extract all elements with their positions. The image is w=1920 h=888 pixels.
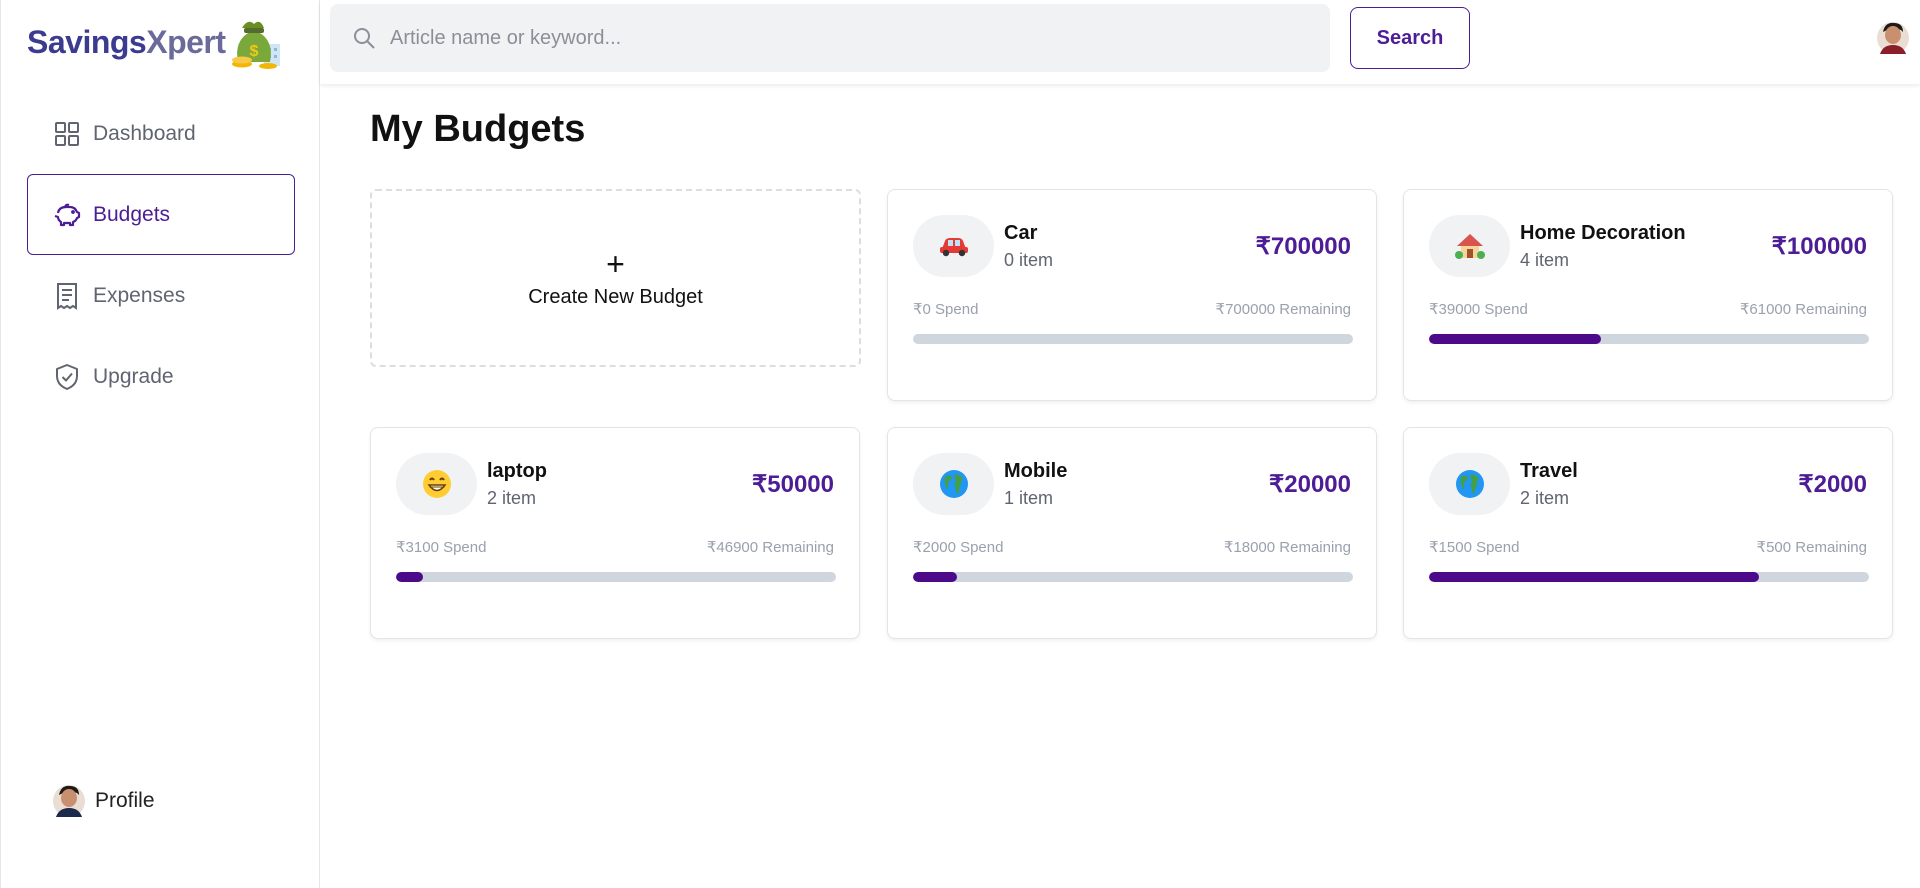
sidebar: SavingsXpert $ Dashboard Budgets Expense… [0, 0, 320, 888]
budget-progress-bar [1429, 334, 1869, 344]
sidebar-item-label: Expenses [93, 283, 186, 307]
budget-remaining: ₹700000 Remaining [1215, 301, 1351, 318]
sidebar-nav: Dashboard Budgets Expenses Upgrade [27, 93, 295, 417]
budget-progress-bar [396, 572, 836, 582]
search-icon [354, 28, 375, 49]
search-button[interactable]: Search [1350, 7, 1470, 69]
budget-spend: ₹39000 Spend [1429, 301, 1528, 318]
globe-emoji-icon [1429, 453, 1510, 515]
budget-remaining: ₹61000 Remaining [1739, 301, 1867, 318]
logo[interactable]: SavingsXpert $ [27, 14, 284, 70]
piggy-bank-icon [53, 201, 81, 229]
budget-amount: ₹100000 [1771, 233, 1867, 260]
budget-card[interactable]: Mobile 1 item ₹20000 ₹2000 Spend ₹18000 … [887, 427, 1377, 639]
budget-item-count: 0 item [1004, 250, 1054, 270]
budget-remaining: ₹500 Remaining [1756, 539, 1867, 556]
budget-progress-bar [1429, 572, 1869, 582]
budget-amount: ₹50000 [751, 471, 834, 498]
budget-name: laptop [487, 460, 547, 482]
sidebar-item-label: Budgets [93, 202, 171, 226]
budget-item-count: 2 item [1520, 488, 1570, 508]
budget-name: Travel [1520, 460, 1578, 482]
budget-name: Mobile [1004, 460, 1068, 482]
budget-item-count: 1 item [1004, 488, 1054, 508]
top-header: Search [320, 0, 1920, 84]
svg-text:$: $ [249, 43, 258, 60]
budget-name: Car [1004, 222, 1038, 244]
plus-icon: + [606, 245, 625, 282]
header-avatar[interactable] [1876, 20, 1910, 61]
budget-item-count: 4 item [1520, 250, 1570, 270]
sidebar-item-dashboard[interactable]: Dashboard [27, 93, 295, 174]
budget-name: Home Decoration [1520, 222, 1686, 244]
budget-card[interactable]: laptop 2 item ₹50000 ₹3100 Spend ₹46900 … [370, 427, 860, 639]
budget-card[interactable]: Travel 2 item ₹2000 ₹1500 Spend ₹500 Rem… [1403, 427, 1893, 639]
budget-spend: ₹0 Spend [913, 301, 979, 318]
page-title: My Budgets [370, 108, 586, 150]
budget-remaining: ₹46900 Remaining [706, 539, 834, 556]
budget-card[interactable]: Home Decoration 4 item ₹100000 ₹39000 Sp… [1403, 189, 1893, 401]
money-bag-icon: $ [231, 21, 280, 69]
house-emoji-icon [1429, 215, 1510, 277]
sidebar-item-budgets[interactable]: Budgets [27, 174, 295, 255]
globe-emoji-icon [913, 453, 994, 515]
budget-amount: ₹2000 [1798, 471, 1867, 498]
profile-label: Profile [95, 789, 155, 812]
budget-remaining: ₹18000 Remaining [1223, 539, 1351, 556]
budget-item-count: 2 item [487, 488, 537, 508]
sidebar-item-label: Upgrade [93, 364, 174, 388]
search-input[interactable] [390, 26, 1290, 50]
budget-card[interactable]: Car 0 item ₹700000 ₹0 Spend ₹700000 Rema… [887, 189, 1377, 401]
budget-progress-fill [1429, 572, 1759, 582]
logo-text-savings: Savings [27, 23, 147, 60]
sidebar-item-label: Dashboard [93, 121, 196, 145]
budget-progress-fill [913, 572, 957, 582]
budget-spend: ₹2000 Spend [913, 539, 1004, 556]
budget-progress-fill [396, 572, 424, 582]
budget-progress-bar [913, 334, 1353, 344]
shield-check-icon [53, 363, 81, 391]
search-bar [330, 4, 1330, 72]
budget-spend: ₹1500 Spend [1429, 539, 1520, 556]
profile-link[interactable]: Profile [53, 783, 155, 819]
car-emoji-icon [913, 215, 994, 277]
receipt-icon [53, 282, 81, 310]
avatar [53, 785, 85, 817]
logo-text: SavingsXpert [27, 24, 226, 61]
create-budget-card[interactable]: + Create New Budget [370, 189, 861, 367]
logo-text-xpert: Xpert [146, 23, 226, 60]
budget-amount: ₹20000 [1268, 471, 1351, 498]
avatar [1877, 22, 1909, 54]
grinning-face-emoji-icon [396, 453, 477, 515]
sidebar-item-expenses[interactable]: Expenses [27, 255, 295, 336]
create-budget-label: Create New Budget [528, 285, 703, 308]
app-root: SavingsXpert $ Dashboard Budgets Expense… [0, 0, 1920, 888]
budget-amount: ₹700000 [1255, 233, 1351, 260]
budget-progress-fill [1429, 334, 1601, 344]
budget-spend: ₹3100 Spend [396, 539, 487, 556]
dashboard-grid-icon [53, 120, 81, 148]
budget-progress-bar [913, 572, 1353, 582]
sidebar-item-upgrade[interactable]: Upgrade [27, 336, 295, 417]
